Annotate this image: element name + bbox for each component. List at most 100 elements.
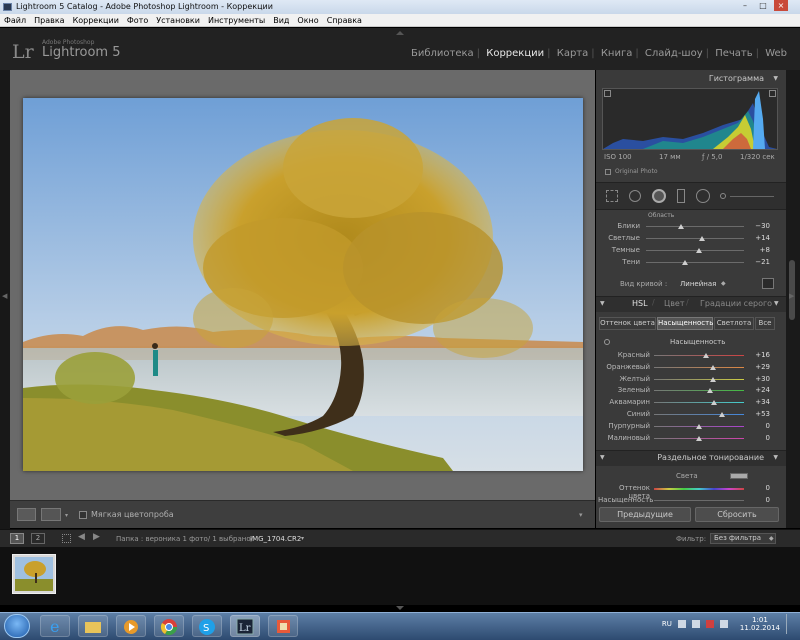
hsl-knob-blue[interactable] <box>719 412 726 417</box>
spot-removal-icon[interactable] <box>629 190 641 202</box>
hsl-knob-yellow[interactable] <box>709 376 716 382</box>
scrollbar-thumb[interactable] <box>789 260 795 320</box>
tone-value-darks[interactable]: +8 <box>750 246 770 254</box>
hsl-tab-color[interactable]: Цвет <box>664 299 685 308</box>
reset-button[interactable]: Сбросить <box>695 507 779 522</box>
photo-preview[interactable] <box>23 98 583 471</box>
hsl-slider-blue[interactable] <box>654 414 744 415</box>
hsl-subtab-saturation[interactable]: Насыщенность <box>657 317 713 330</box>
show-desktop-button[interactable] <box>786 614 794 634</box>
folder-icon[interactable] <box>78 615 108 637</box>
split-value-hue[interactable]: 0 <box>750 484 770 492</box>
soft-proof-checkbox[interactable] <box>79 511 87 519</box>
hsl-slider-aqua[interactable] <box>654 402 744 404</box>
hsl-menu-icon[interactable]: ▼ <box>774 300 779 307</box>
menu-item-view[interactable]: Вид <box>269 14 293 27</box>
tone-slider-shadows[interactable] <box>646 262 744 263</box>
targeted-adjust-icon[interactable] <box>604 339 610 345</box>
minimize-button[interactable]: – <box>738 0 752 11</box>
start-button[interactable] <box>4 614 30 638</box>
hsl-value-magenta[interactable]: 0 <box>750 434 770 442</box>
tone-value-shadows[interactable]: −21 <box>750 258 770 266</box>
point-curve-icon[interactable] <box>762 278 774 289</box>
hsl-value-yellow[interactable]: +30 <box>750 375 770 383</box>
top-panel-toggle-icon[interactable] <box>396 31 404 35</box>
highlight-clip-icon[interactable] <box>769 90 776 97</box>
filename-dropdown-icon[interactable]: ▾ <box>301 535 304 542</box>
maximize-button[interactable]: □ <box>756 0 770 11</box>
tone-slider-darks[interactable] <box>646 250 744 251</box>
hsl-knob-magenta[interactable] <box>696 435 702 441</box>
hsl-tab-hsl[interactable]: HSL <box>632 299 648 308</box>
menu-item-settings[interactable]: Установки <box>152 14 204 27</box>
tone-knob-lights[interactable] <box>699 236 705 241</box>
module-web[interactable]: Web <box>762 48 790 59</box>
tone-knob-highlights[interactable] <box>678 224 684 229</box>
hsl-slider-yellow[interactable] <box>654 378 744 380</box>
hsl-value-red[interactable]: +16 <box>750 351 770 359</box>
hsl-knob-purple[interactable] <box>696 423 702 429</box>
tone-slider-lights[interactable] <box>646 238 744 239</box>
hsl-value-blue[interactable]: +53 <box>750 410 770 418</box>
clock-time[interactable]: 1:01 <box>740 616 780 624</box>
menu-item-window[interactable]: Окно <box>293 14 322 27</box>
tone-slider-highlights[interactable] <box>646 226 744 227</box>
bottom-panel-toggle-icon[interactable] <box>396 606 404 610</box>
filter-select[interactable]: Без фильтра <box>710 533 776 544</box>
hsl-slider-green[interactable] <box>654 390 744 392</box>
curve-type-dropdown-icon[interactable]: ◆ <box>721 280 726 287</box>
split-toning-collapse-icon[interactable]: ▼ <box>773 454 778 461</box>
close-button[interactable]: × <box>774 0 788 11</box>
chrome-icon[interactable] <box>154 615 184 637</box>
window-2-button[interactable]: 2 <box>31 533 45 544</box>
hsl-subtab-all[interactable]: Все <box>755 317 775 330</box>
module-develop[interactable]: Коррекции <box>483 48 547 59</box>
tone-knob-darks[interactable] <box>696 248 702 253</box>
hsl-tab-grayscale[interactable]: Градации серого <box>700 299 772 308</box>
menu-item-tools[interactable]: Инструменты <box>204 14 269 27</box>
back-arrow-icon[interactable]: ◀ <box>78 532 85 542</box>
brush-icon[interactable] <box>720 193 726 199</box>
hsl-subtab-luminance[interactable]: Светлота <box>714 317 754 330</box>
language-indicator[interactable]: RU <box>662 620 672 628</box>
module-print[interactable]: Печать <box>712 48 755 59</box>
hsl-knob-orange[interactable] <box>709 364 716 370</box>
hsl-value-green[interactable]: +24 <box>750 386 770 394</box>
graduated-filter-icon[interactable] <box>677 189 685 203</box>
radial-filter-icon[interactable] <box>696 189 710 203</box>
histogram-collapse-icon[interactable]: ▼ <box>773 75 778 82</box>
tray-icons[interactable] <box>677 620 734 628</box>
view-compare-button[interactable] <box>41 508 61 521</box>
module-book[interactable]: Книга <box>598 48 636 59</box>
previous-button[interactable]: Предыдущие <box>599 507 691 522</box>
hsl-knob-red[interactable] <box>703 353 710 358</box>
histogram-display[interactable] <box>602 88 778 150</box>
ie-icon[interactable]: e <box>40 615 70 637</box>
toolbar-menu-icon[interactable]: ▾ <box>579 511 583 519</box>
grid-view-icon[interactable] <box>62 534 71 543</box>
compare-dropdown-icon[interactable]: ▾ <box>65 512 68 519</box>
tone-knob-shadows[interactable] <box>682 260 688 265</box>
skype-icon[interactable]: S <box>192 615 222 637</box>
module-map[interactable]: Карта <box>554 48 592 59</box>
hsl-knob-green[interactable] <box>706 388 713 394</box>
split-slider-hue[interactable] <box>654 488 744 490</box>
hsl-knob-aqua[interactable] <box>711 400 718 406</box>
original-photo-checkbox[interactable] <box>605 169 611 175</box>
hsl-collapse-icon[interactable]: ▼ <box>600 300 605 307</box>
menu-item-photo[interactable]: Фото <box>123 14 152 27</box>
filmstrip-thumbnail[interactable] <box>12 554 56 594</box>
module-slideshow[interactable]: Слайд-шоу <box>642 48 706 59</box>
left-panel-toggle-icon[interactable]: ◀ <box>2 292 7 300</box>
clock-date[interactable]: 11.02.2014 <box>740 624 780 632</box>
brush-slider-track[interactable] <box>730 196 774 197</box>
media-player-icon[interactable] <box>116 615 146 637</box>
split-toning-solo-icon[interactable]: ▼ <box>600 454 605 461</box>
right-panel-toggle-icon[interactable]: ▶ <box>789 292 794 300</box>
highlights-color-swatch[interactable] <box>730 473 748 479</box>
view-loupe-button[interactable] <box>17 508 36 521</box>
filename-label[interactable]: IMG_1704.CR2 <box>250 535 301 543</box>
menu-item-edit[interactable]: Правка <box>30 14 68 27</box>
hsl-slider-orange[interactable] <box>654 366 744 368</box>
crop-tool-icon[interactable] <box>606 190 618 202</box>
